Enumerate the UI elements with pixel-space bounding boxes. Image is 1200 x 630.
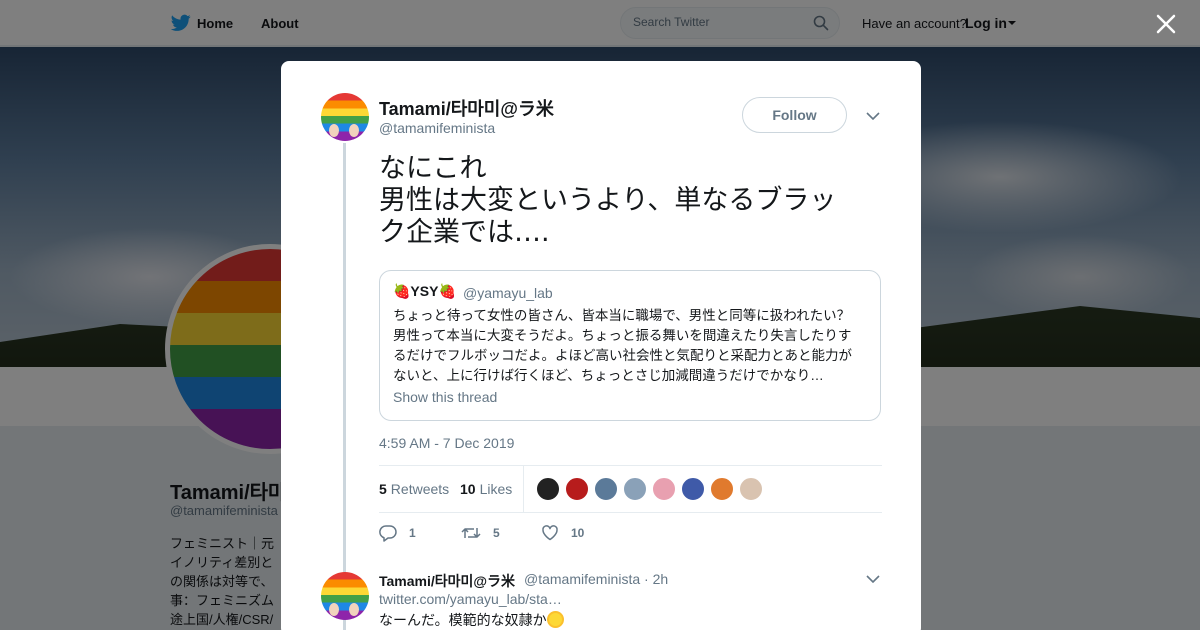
quote-text: ちょっと待って女性の皆さん、皆本当に職場で、男性と同等に扱われたい？ 男性って本… xyxy=(393,306,871,386)
reply-text: なーんだ。模範的な奴隷か xyxy=(379,610,564,630)
liker-avatar[interactable] xyxy=(594,477,618,501)
tweet-stats: 5 Retweets 10 Likes xyxy=(379,465,882,513)
smiling-halo-emoji-icon xyxy=(546,611,564,628)
tweet-text-line: 男性は大変というより、単なるブラッ xyxy=(379,185,837,216)
tweet-modal: Tamami/타마미@ラ米 @tamamifeminista Follow なに… xyxy=(281,61,921,630)
reply-author-handle[interactable]: @tamamifeminista · 2h xyxy=(524,571,668,587)
avatar-face xyxy=(349,124,359,137)
retweets-label: Retweets xyxy=(390,481,450,497)
chevron-down-icon[interactable] xyxy=(866,575,880,583)
tweet-text-line: なにこれ xyxy=(379,153,487,184)
avatar-face xyxy=(329,603,339,616)
liker-avatar[interactable] xyxy=(652,477,676,501)
quote-author-name: 🍓YSY🍓 xyxy=(393,283,456,299)
thread-line xyxy=(343,143,346,630)
retweet-icon xyxy=(461,528,481,538)
reply-icon xyxy=(379,525,397,542)
reply-time[interactable]: 2h xyxy=(653,571,669,587)
liker-avatar[interactable] xyxy=(681,477,705,501)
avatar-face xyxy=(329,124,339,137)
tweet-actions: 1 5 10 xyxy=(379,523,679,547)
liker-avatar[interactable] xyxy=(565,477,589,501)
like-button[interactable]: 10 xyxy=(541,523,584,543)
retweet-button[interactable]: 5 xyxy=(461,523,500,543)
retweets-stat[interactable]: 5 Retweets xyxy=(379,481,449,497)
quote-author-handle: @yamayu_lab xyxy=(463,285,553,301)
reply-count: 1 xyxy=(409,526,416,540)
tweet-text-line: ク企業では…. xyxy=(379,217,550,248)
show-thread-link[interactable]: Show this thread xyxy=(393,389,497,405)
quote-text-line: ないと、上に行けば行くほど、ちょっとさじ加減間違うだけでかなり… xyxy=(393,368,824,383)
stats-divider xyxy=(523,466,524,512)
quote-text-line: 男性って本当に大変そうだよ。ちょっと振る舞いを間違えたり失言したりす xyxy=(393,328,852,343)
reply-handle-text: @tamamifeminista xyxy=(524,571,641,587)
chevron-down-icon[interactable] xyxy=(866,112,880,120)
reply-text-content: なーんだ。模範的な奴隷か xyxy=(379,612,547,628)
reply-author-avatar[interactable] xyxy=(321,572,369,620)
avatar-face xyxy=(349,603,359,616)
reply-author-name[interactable]: Tamami/타마미@ラ米 xyxy=(379,571,515,591)
liker-avatar[interactable] xyxy=(536,477,560,501)
author-name[interactable]: Tamami/타마미@ラ米 xyxy=(379,95,554,121)
reply-button[interactable]: 1 xyxy=(379,523,416,543)
likes-stat[interactable]: 10 Likes xyxy=(460,481,512,497)
quote-text-line: るだけでフルボッコだよ。よほど高い社会性と気配りと采配力とあと能力が xyxy=(393,348,852,363)
retweet-count: 5 xyxy=(493,526,500,540)
likes-count: 10 xyxy=(460,481,476,497)
likes-label: Likes xyxy=(479,481,513,497)
heart-icon xyxy=(542,525,558,541)
author-handle[interactable]: @tamamifeminista xyxy=(379,120,495,136)
retweets-count: 5 xyxy=(379,481,387,497)
author-avatar[interactable] xyxy=(321,93,369,141)
tweet-timestamp[interactable]: 4:59 AM - 7 Dec 2019 xyxy=(379,435,514,451)
tweet-text: なにこれ 男性は大変というより、単なるブラッ ク企業では…. xyxy=(379,153,859,249)
quoted-tweet[interactable]: 🍓YSY🍓 @yamayu_lab ちょっと待って女性の皆さん、皆本当に職場で、… xyxy=(379,270,881,421)
liker-avatar[interactable] xyxy=(710,477,734,501)
liker-avatar[interactable] xyxy=(739,477,763,501)
liker-avatar[interactable] xyxy=(623,477,647,501)
close-icon[interactable] xyxy=(1154,12,1178,36)
like-count: 10 xyxy=(571,526,585,540)
follow-button[interactable]: Follow xyxy=(742,97,847,133)
reply-link[interactable]: twitter.com/yamayu_lab/sta… xyxy=(379,591,562,607)
quote-text-line: ちょっと待って女性の皆さん、皆本当に職場で、男性と同等に扱われたい？ xyxy=(393,308,851,323)
